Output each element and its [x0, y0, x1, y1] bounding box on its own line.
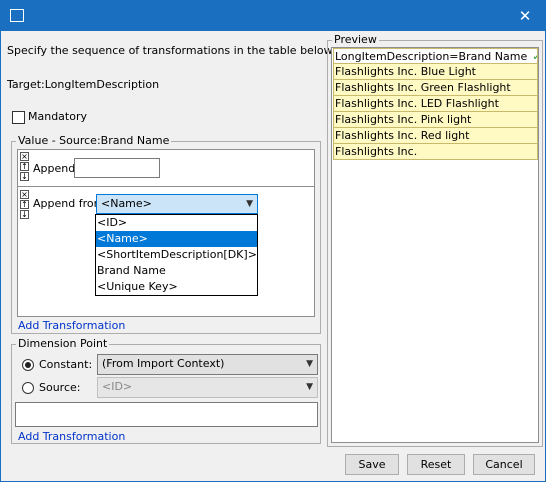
instructions-text: Specify the sequence of transformations …	[7, 44, 336, 57]
cancel-button[interactable]: Cancel	[473, 454, 535, 475]
chevron-down-icon: ▼	[306, 382, 313, 392]
preview-row: Flashlights Inc.	[333, 144, 538, 160]
preview-row: Flashlights Inc. LED Flashlight	[333, 96, 538, 112]
preview-row: Flashlights Inc. Green Flashlight	[333, 80, 538, 96]
chevron-down-icon: ▼	[306, 359, 313, 369]
constant-radio[interactable]	[22, 359, 34, 371]
source-value: <ID>	[102, 380, 133, 393]
move-up-icon[interactable]: ↑	[20, 162, 29, 171]
append-input[interactable]	[74, 158, 160, 178]
preview-list: LongItemDescription=Brand Name ✓ Flashlig…	[333, 48, 538, 160]
close-icon[interactable]: ✕	[511, 4, 539, 28]
move-up-icon[interactable]: ↑	[20, 200, 29, 209]
preview-header-row: LongItemDescription=Brand Name ✓	[333, 48, 538, 64]
remove-row-icon[interactable]: ×	[20, 190, 29, 199]
source-select[interactable]: <ID> ▼	[97, 377, 318, 398]
preview-row: Flashlights Inc. Blue Light	[333, 64, 538, 80]
checkmark-icon: ✓	[532, 50, 537, 63]
dropdown-option[interactable]: Brand Name	[96, 263, 257, 279]
dropdown-option[interactable]: <ID>	[96, 215, 257, 231]
mandatory-checkbox[interactable]	[12, 111, 25, 124]
source-radio[interactable]	[22, 382, 34, 394]
constant-label: Constant:	[39, 358, 93, 371]
transformation-row-append: × ↑ ↓ Append	[18, 150, 314, 187]
dropdown-option-selected[interactable]: <Name>	[96, 231, 257, 247]
dropdown-option[interactable]: <ShortItemDescription[DK]>	[96, 247, 257, 263]
title-bar[interactable]: ✕	[1, 1, 545, 31]
save-button[interactable]: Save	[345, 454, 399, 475]
append-from-value: <Name>	[101, 197, 152, 210]
constant-value: (From Import Context)	[102, 357, 225, 370]
append-label: Append	[33, 162, 76, 175]
dimension-group: Dimension Point Constant: (From Import C…	[11, 338, 321, 444]
preview-row: Flashlights Inc. Red light	[333, 128, 538, 144]
preview-legend: Preview	[332, 33, 379, 46]
chevron-down-icon: ▼	[246, 199, 253, 209]
add-transformation-link[interactable]: Add Transformation	[18, 430, 125, 443]
radio-dot	[25, 362, 31, 368]
dialog-window: ✕ Specify the sequence of transformation…	[0, 0, 546, 482]
source-label: Source:	[39, 381, 81, 394]
value-group-legend: Value - Source:Brand Name	[16, 134, 172, 147]
move-down-icon[interactable]: ↓	[20, 210, 29, 219]
reset-button[interactable]: Reset	[407, 454, 465, 475]
dimension-transformation-box[interactable]	[15, 402, 318, 427]
target-label: Target:LongItemDescription	[7, 78, 160, 91]
window-icon	[10, 9, 24, 22]
move-down-icon[interactable]: ↓	[20, 172, 29, 181]
mandatory-label: Mandatory	[28, 110, 88, 123]
preview-row: Flashlights Inc. Pink light	[333, 112, 538, 128]
constant-select[interactable]: (From Import Context) ▼	[97, 354, 318, 375]
dimension-group-legend: Dimension Point	[16, 337, 110, 350]
append-from-dropdown: <ID> <Name> <ShortItemDescription[DK]> B…	[95, 214, 258, 296]
dropdown-option[interactable]: <Unique Key>	[96, 279, 257, 295]
append-from-label: Append from	[33, 197, 105, 210]
add-transformation-link[interactable]: Add Transformation	[18, 319, 125, 332]
preview-header: LongItemDescription=Brand Name	[335, 50, 528, 63]
remove-row-icon[interactable]: ×	[20, 152, 29, 161]
append-from-select[interactable]: <Name> ▼	[96, 194, 258, 214]
